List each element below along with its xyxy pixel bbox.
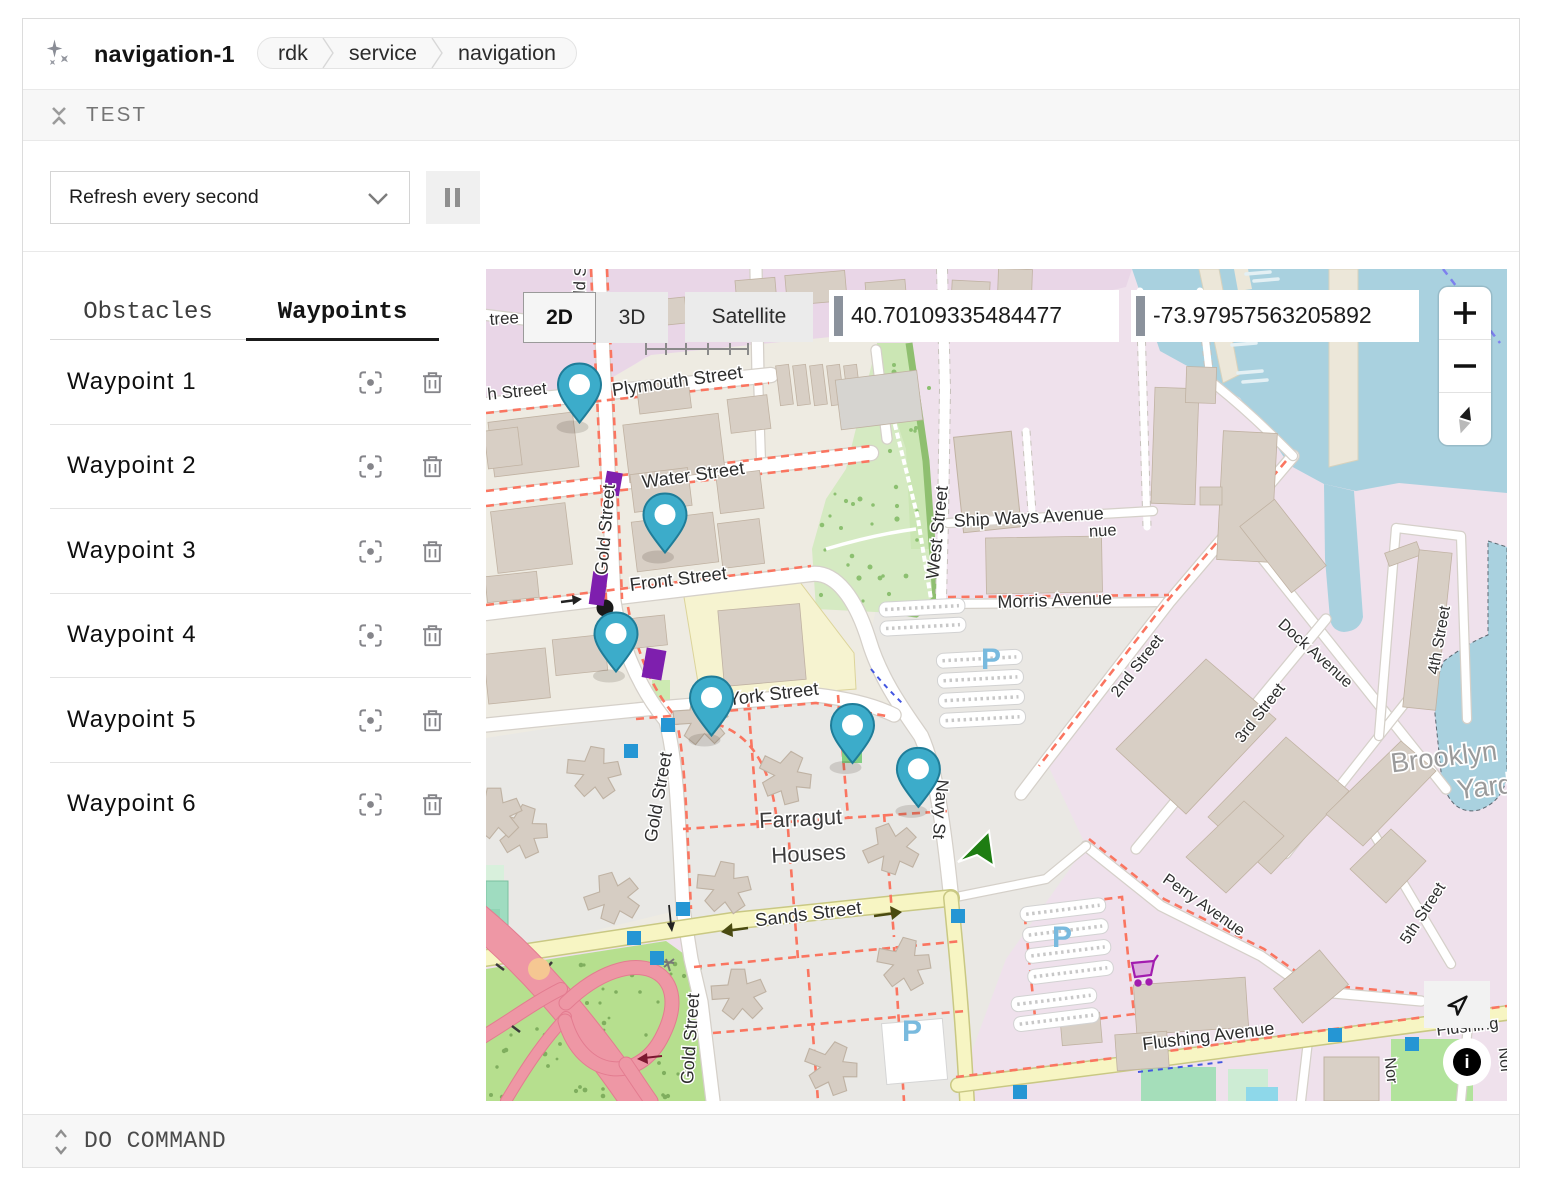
svg-text:P: P	[981, 643, 1001, 676]
svg-text:Morris Avenue: Morris Avenue	[997, 588, 1112, 612]
svg-text:P: P	[1052, 921, 1072, 954]
svg-text:P: P	[902, 1015, 922, 1048]
svg-text:Nor: Nor	[1381, 1057, 1401, 1085]
svg-text:Yard: Yard	[1455, 768, 1507, 806]
svg-text:tree: tree	[489, 308, 520, 329]
svg-text:nue: nue	[1089, 521, 1117, 540]
svg-text:Houses: Houses	[771, 839, 847, 868]
svg-text:Farragut: Farragut	[758, 804, 842, 833]
